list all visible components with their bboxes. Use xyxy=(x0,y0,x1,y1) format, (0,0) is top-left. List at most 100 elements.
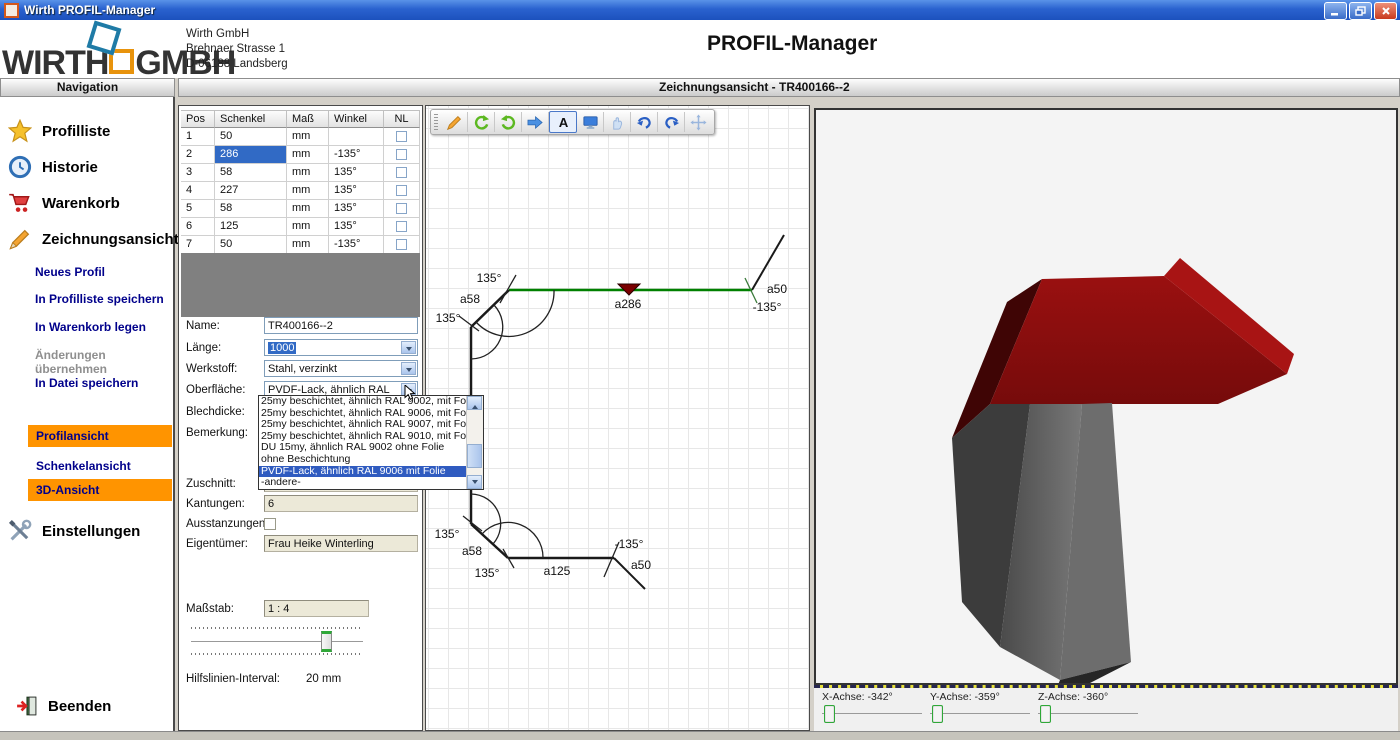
dropdown-option[interactable]: -andere- xyxy=(259,477,467,489)
cell-mass[interactable]: mm xyxy=(287,182,329,200)
column-header-nl[interactable]: NL xyxy=(384,110,420,128)
slider-ticks-bottom xyxy=(191,653,363,655)
oberflaeche-dropdown-list: 25my beschichtet, ähnlich RAL 9002, mit … xyxy=(258,395,484,490)
undo-icon xyxy=(636,114,653,131)
dropdown-scrollbar[interactable] xyxy=(466,396,483,489)
cell-schenkel[interactable]: 125 xyxy=(215,218,287,236)
scroll-down-icon[interactable] xyxy=(467,475,482,489)
viewer-3d-panel[interactable] xyxy=(814,108,1398,685)
undo-button[interactable] xyxy=(631,112,658,132)
dimension-label: 135° xyxy=(436,311,461,325)
table-row: 2 286 mm -135° xyxy=(181,146,420,164)
cell-schenkel[interactable]: 286 xyxy=(215,146,287,164)
axis-slider-track[interactable] xyxy=(930,713,1030,714)
pan-hand-button[interactable] xyxy=(604,112,631,132)
laenge-combobox[interactable]: 1000 xyxy=(264,339,418,356)
dropdown-option[interactable]: ohne Beschichtung xyxy=(259,454,467,466)
nl-checkbox[interactable] xyxy=(396,221,407,232)
sidebar-item-3d-ansicht[interactable]: 3D-Ansicht xyxy=(28,479,172,501)
restore-button[interactable] xyxy=(1349,2,1372,20)
cell-schenkel[interactable]: 50 xyxy=(215,128,287,146)
cell-mass[interactable]: mm xyxy=(287,218,329,236)
cell-winkel[interactable]: 135° xyxy=(329,218,384,236)
cell-schenkel[interactable]: 58 xyxy=(215,164,287,182)
cell-schenkel[interactable]: 58 xyxy=(215,200,287,218)
cell-schenkel[interactable]: 50 xyxy=(215,236,287,254)
column-header-pos[interactable]: Pos xyxy=(181,110,215,128)
column-header-winkel[interactable]: Winkel xyxy=(329,110,384,128)
move-button[interactable] xyxy=(685,112,711,132)
minimize-button[interactable] xyxy=(1324,2,1347,20)
chevron-down-icon[interactable] xyxy=(401,362,416,375)
hilfslinien-value: 20 mm xyxy=(306,673,341,685)
cell-winkel[interactable] xyxy=(329,128,384,146)
cell-mass[interactable]: mm xyxy=(287,146,329,164)
letter-a-icon: A xyxy=(555,114,572,131)
nl-checkbox[interactable] xyxy=(396,239,407,250)
cell-winkel[interactable]: 135° xyxy=(329,164,384,182)
fit-screen-button[interactable] xyxy=(577,112,604,132)
axis-slider-handle[interactable] xyxy=(824,705,835,723)
sidebar-item-warenkorb[interactable]: Warenkorb xyxy=(8,191,120,215)
sidebar-item-schenkelansicht[interactable]: Schenkelansicht xyxy=(28,455,172,477)
cell-mass[interactable]: mm xyxy=(287,236,329,254)
scrollbar-thumb[interactable] xyxy=(467,444,482,468)
sidebar-item-zeichnungsansicht[interactable]: Zeichnungsansicht xyxy=(8,227,179,251)
sidebar-item-historie[interactable]: Historie xyxy=(8,155,98,179)
draw-pencil-button[interactable] xyxy=(441,112,468,132)
rotate-cw-button[interactable] xyxy=(495,112,522,132)
sidebar-item-beenden[interactable]: Beenden xyxy=(16,695,111,717)
sidebar-item-in-datei-speichern[interactable]: In Datei speichern xyxy=(35,376,138,390)
nl-checkbox[interactable] xyxy=(396,131,407,142)
table-row: 6 125 mm 135° xyxy=(181,218,420,236)
sidebar-item-profilansicht[interactable]: Profilansicht xyxy=(28,425,172,447)
direction-arrow-button[interactable] xyxy=(522,112,549,132)
nl-checkbox[interactable] xyxy=(396,149,407,160)
cell-mass[interactable]: mm xyxy=(287,200,329,218)
cell-pos: 7 xyxy=(181,236,215,254)
cell-winkel[interactable]: -135° xyxy=(329,146,384,164)
cell-nl xyxy=(384,200,420,218)
ausstanzungen-checkbox[interactable] xyxy=(264,518,276,530)
cell-mass[interactable]: mm xyxy=(287,128,329,146)
column-header-schenkel[interactable]: Schenkel xyxy=(215,110,287,128)
nl-checkbox[interactable] xyxy=(396,185,407,196)
scale-slider-track[interactable] xyxy=(191,641,363,642)
mouse-cursor xyxy=(404,385,418,401)
labels-toggle-button[interactable]: A xyxy=(549,111,577,133)
rotate-ccw-button[interactable] xyxy=(468,112,495,132)
chevron-down-icon[interactable] xyxy=(401,341,416,354)
axis-slider-track[interactable] xyxy=(822,713,922,714)
cell-mass[interactable]: mm xyxy=(287,164,329,182)
cell-winkel[interactable]: -135° xyxy=(329,236,384,254)
nl-checkbox[interactable] xyxy=(396,167,407,178)
scroll-up-icon[interactable] xyxy=(467,396,482,410)
column-header-mass[interactable]: Maß xyxy=(287,110,329,128)
sidebar-item-in-warenkorb-legen[interactable]: In Warenkorb legen xyxy=(35,320,146,334)
axis-slider-track[interactable] xyxy=(1038,713,1138,714)
address-line: D-06188 Landsberg xyxy=(186,57,288,72)
close-button[interactable] xyxy=(1374,2,1397,20)
sidebar-item-in-profilliste-speichern[interactable]: In Profilliste speichern xyxy=(35,292,164,306)
company-address: Wirth GmbH Brehnaer Strasse 1 D-06188 La… xyxy=(186,27,288,72)
toolbar-grip[interactable] xyxy=(434,114,438,130)
hilfslinien-label: Hilfslinien-Interval: xyxy=(186,673,280,685)
sidebar-item-neues-profil[interactable]: Neues Profil xyxy=(35,265,105,279)
sidebar-item-profilliste[interactable]: Profilliste xyxy=(8,119,110,143)
nl-checkbox[interactable] xyxy=(396,203,407,214)
scale-slider-handle[interactable] xyxy=(321,631,332,652)
redo-button[interactable] xyxy=(658,112,685,132)
cell-schenkel[interactable]: 227 xyxy=(215,182,287,200)
cell-pos: 5 xyxy=(181,200,215,218)
axis-slider-handle[interactable] xyxy=(932,705,943,723)
cell-nl xyxy=(384,182,420,200)
sidebar-item-einstellungen[interactable]: Einstellungen xyxy=(8,519,140,543)
axis-slider-handle[interactable] xyxy=(1040,705,1051,723)
werkstoff-combobox[interactable]: Stahl, verzinkt xyxy=(264,360,418,377)
view-title-bar: Zeichnungsansicht - TR400166--2 xyxy=(178,78,1400,97)
cell-winkel[interactable]: 135° xyxy=(329,182,384,200)
cell-pos: 1 xyxy=(181,128,215,146)
cell-winkel[interactable]: 135° xyxy=(329,200,384,218)
name-input[interactable]: TR400166--2 xyxy=(264,317,418,334)
dropdown-option[interactable]: 25my beschichtet, ähnlich RAL 9002, mit … xyxy=(259,396,467,408)
